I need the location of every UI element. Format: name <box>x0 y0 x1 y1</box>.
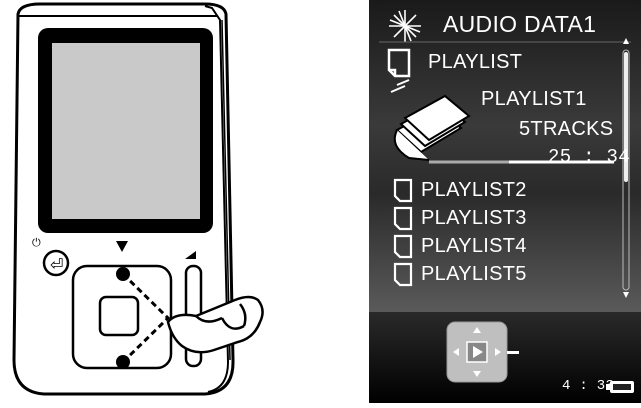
list-item[interactable]: PLAYLIST5 <box>421 263 527 286</box>
screen-title: AUDIO DATA1 <box>443 11 597 37</box>
document-icon <box>393 234 413 259</box>
svg-text:⏎: ⏎ <box>50 255 63 274</box>
device-screen <box>52 43 200 219</box>
document-icon <box>393 206 413 231</box>
document-icon <box>393 178 413 203</box>
center-button[interactable] <box>98 295 140 337</box>
clock-display: 4 : 33 <box>562 378 615 394</box>
sparkle-icon <box>389 10 421 42</box>
list-header: PLAYLIST <box>428 51 523 73</box>
list-item[interactable]: PLAYLIST2 <box>421 179 527 202</box>
player-screen: AUDIO DATA1 PLAYLIST PLAYLIST1 5TRACKS 2… <box>369 0 641 403</box>
playlist-stack-icon <box>390 79 471 161</box>
list-item[interactable]: PLAYLIST4 <box>421 235 527 258</box>
player-device-illustration: ⏎ ⏻ <box>0 0 270 403</box>
selected-playlist-tracks: 5TRACKS <box>519 118 614 140</box>
selected-playlist-duration: 25 : 34 <box>548 146 630 168</box>
player-device-drawing: ⏎ ⏻ <box>12 2 264 396</box>
navigation-pad-icon[interactable] <box>446 321 519 383</box>
document-icon <box>387 48 411 78</box>
scrollbar[interactable] <box>622 38 630 298</box>
power-icon: ⏻ <box>32 236 41 249</box>
list-item[interactable]: PLAYLIST3 <box>421 207 527 230</box>
document-icon <box>393 262 413 287</box>
selected-playlist-name[interactable]: PLAYLIST1 <box>481 88 587 111</box>
